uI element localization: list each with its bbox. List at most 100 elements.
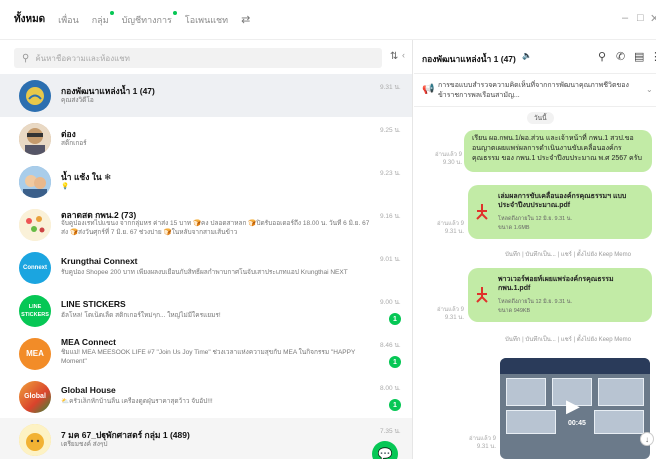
filter-icon[interactable]: ⇄: [241, 13, 250, 26]
profile-photo-icon: [19, 166, 51, 198]
unread-badge: 1: [389, 313, 401, 325]
chat-item[interactable]: MEA MEA Connect ชิมแม่! MEA MEESOOK LIFE…: [0, 332, 412, 375]
avatar: [19, 80, 51, 112]
tab-openchat[interactable]: โอเพนแชท: [185, 13, 228, 27]
chat-preview: เตรียมชงค์ ส่งๆป: [61, 441, 108, 448]
unread-dot: [109, 10, 114, 15]
chevron-down-icon[interactable]: ⌄: [646, 85, 653, 94]
file-message[interactable]: เล่มผลการขับเคลื่อนองค์กรคุณธรรมฯ แบบประ…: [468, 185, 652, 239]
conversation-header: กองพัฒนาแหล่งน้ำ 1 (47) 🔈 ⚲ ✆ ▤ ⋮: [414, 40, 656, 74]
more-icon[interactable]: ⋮: [650, 50, 656, 63]
close-icon[interactable]: ✕: [650, 12, 656, 25]
chat-bubble-icon: 💬: [377, 447, 393, 459]
chat-time: 9.00 น.: [380, 299, 401, 306]
unread-dot: [172, 10, 177, 15]
chat-time: 9.31 น.: [380, 84, 401, 91]
chat-time: 9.16 น.: [380, 213, 401, 220]
pdf-icon: [476, 204, 488, 220]
line-stickers-logo: LINE STICKERS: [21, 304, 49, 318]
chat-time: 9.01 น.: [380, 256, 401, 263]
chat-preview: คุณส่งวิดีโอ: [61, 97, 94, 104]
play-icon[interactable]: ▶: [566, 396, 580, 417]
tab-friends[interactable]: เพื่อน: [58, 13, 79, 27]
video-banner: [500, 358, 650, 374]
mute-icon: 🔈: [522, 51, 532, 60]
mea-logo: MEA: [26, 349, 44, 358]
emblem-icon: [20, 81, 50, 111]
chat-item[interactable]: 7 มค 67_ปฐุพักศาสตร์ กลุ่ม 1 (489) เตรีย…: [0, 418, 412, 459]
minimize-icon[interactable]: –: [622, 12, 628, 24]
notes-icon[interactable]: ▤: [634, 50, 644, 63]
avatar: LINE STICKERS: [19, 295, 51, 327]
chat-item[interactable]: Connext Krungthai Connext รับคูปอง Shope…: [0, 246, 412, 289]
chat-item[interactable]: LINE STICKERS LINE STICKERS ฮัลโหล! โตเน…: [0, 289, 412, 332]
video-thumbnail-panel: [506, 410, 556, 434]
chat-list-panel: ⚲ ⇅ ‹ กองพัฒนาแหล่งน้ำ 1 (47) คุณส่งวิดี…: [0, 40, 413, 459]
message-time: อ่านแล้ว 9 9.31 น.: [469, 436, 496, 450]
chat-name: Global House: [61, 385, 116, 395]
file-name: เล่มผลการขับเคลื่อนองค์กรคุณธรรมฯ แบบประ…: [498, 193, 627, 209]
announcement-bar[interactable]: 📢 การขอแบบสำรวจความคิดเห็นที่จากการพัฒนา…: [414, 75, 656, 107]
search-icon: ⚲: [22, 52, 30, 64]
tab-official-label: บัญชีทางการ: [121, 14, 172, 25]
global-house-logo: Global: [24, 393, 46, 400]
chat-preview: จับคูปองเรทไปแขนง จากกลุ่มหร ค่าส่ง 15 บ…: [61, 220, 370, 236]
file-message[interactable]: พาวเวอร์พอยท์เผยแพร่องค์กรคุณธรรม กพน.1.…: [468, 268, 652, 322]
announcement-text: การขอแบบสำรวจความคิดเห็นที่จากการพัฒนาคุ…: [438, 82, 629, 99]
video-message[interactable]: ▶ 00:45: [500, 358, 650, 459]
message-time: อ่านแล้ว 9 9.31 น.: [437, 307, 464, 321]
chat-item[interactable]: Global Global House ⛅ครัวเล็กหักบ้านลิ้น…: [0, 375, 412, 418]
tab-all[interactable]: ทั้งหมด: [14, 12, 45, 27]
avatar: [19, 166, 51, 198]
collapse-icon[interactable]: ‹: [402, 50, 412, 66]
unread-badge: 1: [389, 356, 401, 368]
conversation-title[interactable]: กองพัฒนาแหล่งน้ำ 1 (47): [422, 52, 516, 66]
video-duration: 00:45: [568, 420, 586, 427]
sort-icon[interactable]: ⇅: [390, 51, 398, 62]
phone-icon[interactable]: ✆: [616, 50, 625, 63]
market-icon: [19, 209, 51, 241]
chat-preview: 💡: [61, 183, 70, 190]
tab-official-accounts[interactable]: บัญชีทางการ: [121, 10, 177, 27]
pdf-icon: [476, 287, 488, 303]
avatar: [19, 123, 51, 155]
file-expiry: โหลดถึงภายใน 12 มิ.ย. 9.31 น.: [498, 299, 573, 305]
chat-name: MEA Connect: [61, 337, 116, 347]
unread-badge: 1: [389, 399, 401, 411]
scroll-down-icon[interactable]: ↓: [640, 432, 654, 446]
file-expiry: โหลดถึงภายใน 12 มิ.ย. 9.31 น.: [498, 216, 573, 222]
avatar: [19, 424, 51, 456]
chat-item[interactable]: กองพัฒนาแหล่งน้ำ 1 (47) คุณส่งวิดีโอ 9.3…: [0, 74, 412, 117]
file-name: พาวเวอร์พอยท์เผยแพร่องค์กรคุณธรรม กพน.1.…: [498, 276, 614, 292]
avatar: [19, 209, 51, 241]
megaphone-icon: 📢: [422, 84, 435, 95]
character-icon: [19, 424, 51, 456]
message-bubble[interactable]: เรียน ผอ.กพน.1/ผอ.ส่วน และเจ้าหน้าที่ กพ…: [464, 130, 652, 172]
message-time: อ่านแล้ว 9 9.31 น.: [437, 221, 464, 235]
search-input[interactable]: [35, 53, 366, 63]
chat-item[interactable]: ต่อง สติ๊กเกอร์ 9.25 น.: [0, 117, 412, 160]
chat-time: 9.25 น.: [380, 127, 401, 134]
file-size: ขนาด 1.6MB: [498, 225, 530, 231]
krungthai-logo: Connext: [23, 265, 47, 271]
chat-time: 9.23 น.: [380, 170, 401, 177]
avatar: MEA: [19, 338, 51, 370]
chat-preview: ชิมแม่! MEA MEESOOK LIFE #7 "Join Us Joy…: [61, 349, 356, 365]
chat-time: 8.46 น.: [380, 342, 401, 349]
chat-time: 8.00 น.: [380, 385, 401, 392]
message-text: เรียน ผอ.กพน.1/ผอ.ส่วน และเจ้าหน้าที่ กพ…: [472, 135, 642, 162]
chat-item[interactable]: ตลาดสด กพน.2 (73) จับคูปองเรทไปแขนง จากก…: [0, 203, 412, 246]
file-actions[interactable]: บันทึก | บันทึกเป็น... | แชร์ | ตั้งไปยั…: [505, 334, 631, 344]
maximize-icon[interactable]: □: [637, 12, 644, 24]
video-thumbnail-panel: [506, 378, 546, 406]
conversation-panel: กองพัฒนาแหล่งน้ำ 1 (47) 🔈 ⚲ ✆ ▤ ⋮ 📢 การข…: [414, 40, 656, 459]
search-box[interactable]: ⚲: [14, 48, 382, 68]
tab-groups[interactable]: กลุ่ม: [92, 10, 114, 27]
chat-preview: ⛅ครัวเล็กหักบ้านลิ้น เครื่องดูดฝุ่นราคาส…: [61, 398, 213, 405]
search-icon[interactable]: ⚲: [598, 50, 606, 63]
file-size: ขนาด 949KB: [498, 308, 531, 314]
date-separator: วันนี้: [527, 112, 554, 124]
file-actions[interactable]: บันทึก | บันทึกเป็น... | แชร์ | ตั้งไปยั…: [505, 249, 631, 259]
chat-item[interactable]: น้ำ แช้ง ใน ❄ 💡 9.23 น.: [0, 160, 412, 203]
avatar: Global: [19, 381, 51, 413]
